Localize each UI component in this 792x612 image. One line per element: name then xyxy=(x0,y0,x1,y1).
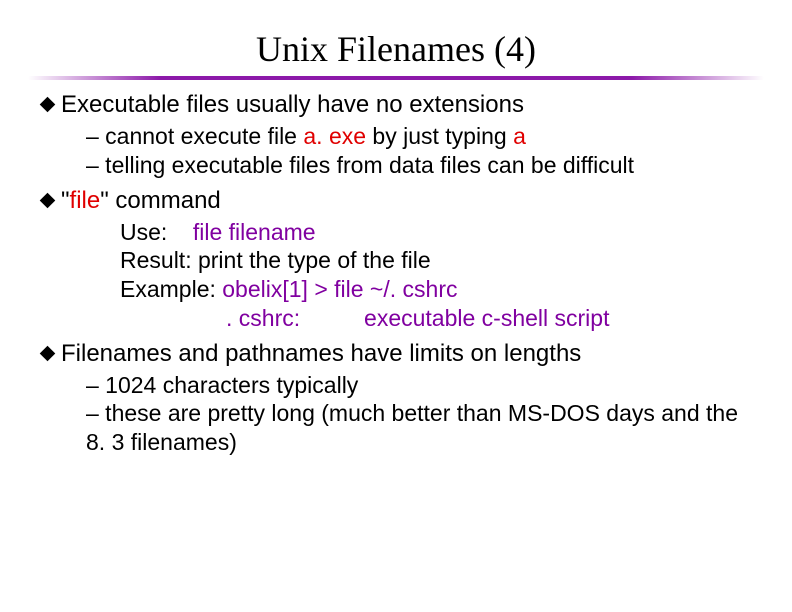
bullet-2-example: Example: obelix[1] > file ~/. cshrc xyxy=(120,275,762,304)
slide-content: Executable files usually have no extensi… xyxy=(0,90,792,457)
bullet-3-sub-2: – these are pretty long (much better tha… xyxy=(86,399,762,457)
slide: Unix Filenames (4) Executable files usua… xyxy=(0,0,792,612)
inline-code-red: a. exe xyxy=(303,123,366,149)
bullet-2: "file" command xyxy=(42,186,762,216)
bullet-1-text: Executable files usually have no extensi… xyxy=(61,91,524,118)
bullet-1: Executable files usually have no extensi… xyxy=(42,90,762,120)
title-underline xyxy=(28,76,764,80)
file-command-red: file xyxy=(70,187,101,214)
quote-open: " xyxy=(61,187,70,214)
bullet-3-sub-1: – 1024 characters typically xyxy=(86,371,762,400)
bullet-1-sub-1: – cannot execute file a. exe by just typ… xyxy=(86,122,762,151)
text-fragment: Use: xyxy=(120,219,193,245)
bullet-2-result: Result: print the type of the file xyxy=(120,246,762,275)
bullet-1-sub-2: – telling executable files from data fil… xyxy=(86,151,762,180)
example-command-purple: obelix[1] > file ~/. cshrc xyxy=(222,276,457,302)
command-syntax-purple: file filename xyxy=(193,219,316,245)
slide-title: Unix Filenames (4) xyxy=(0,28,792,70)
bullet-3: Filenames and pathnames have limits on l… xyxy=(42,339,762,369)
diamond-icon xyxy=(40,345,56,361)
bullet-2-use: Use: file filename xyxy=(120,218,762,247)
text-fragment: – cannot execute file xyxy=(86,123,303,149)
bullet-3-text: Filenames and pathnames have limits on l… xyxy=(61,340,581,367)
diamond-icon xyxy=(40,192,56,208)
bullet-2-example-output: . cshrc: executable c-shell script xyxy=(226,304,762,333)
text-fragment: Example: xyxy=(120,276,222,302)
bullet-2-text: " command xyxy=(100,187,221,214)
inline-code-red: a xyxy=(513,123,526,149)
text-fragment: by just typing xyxy=(366,123,513,149)
diamond-icon xyxy=(40,97,56,113)
example-output-purple: . cshrc: executable c-shell script xyxy=(226,305,609,331)
